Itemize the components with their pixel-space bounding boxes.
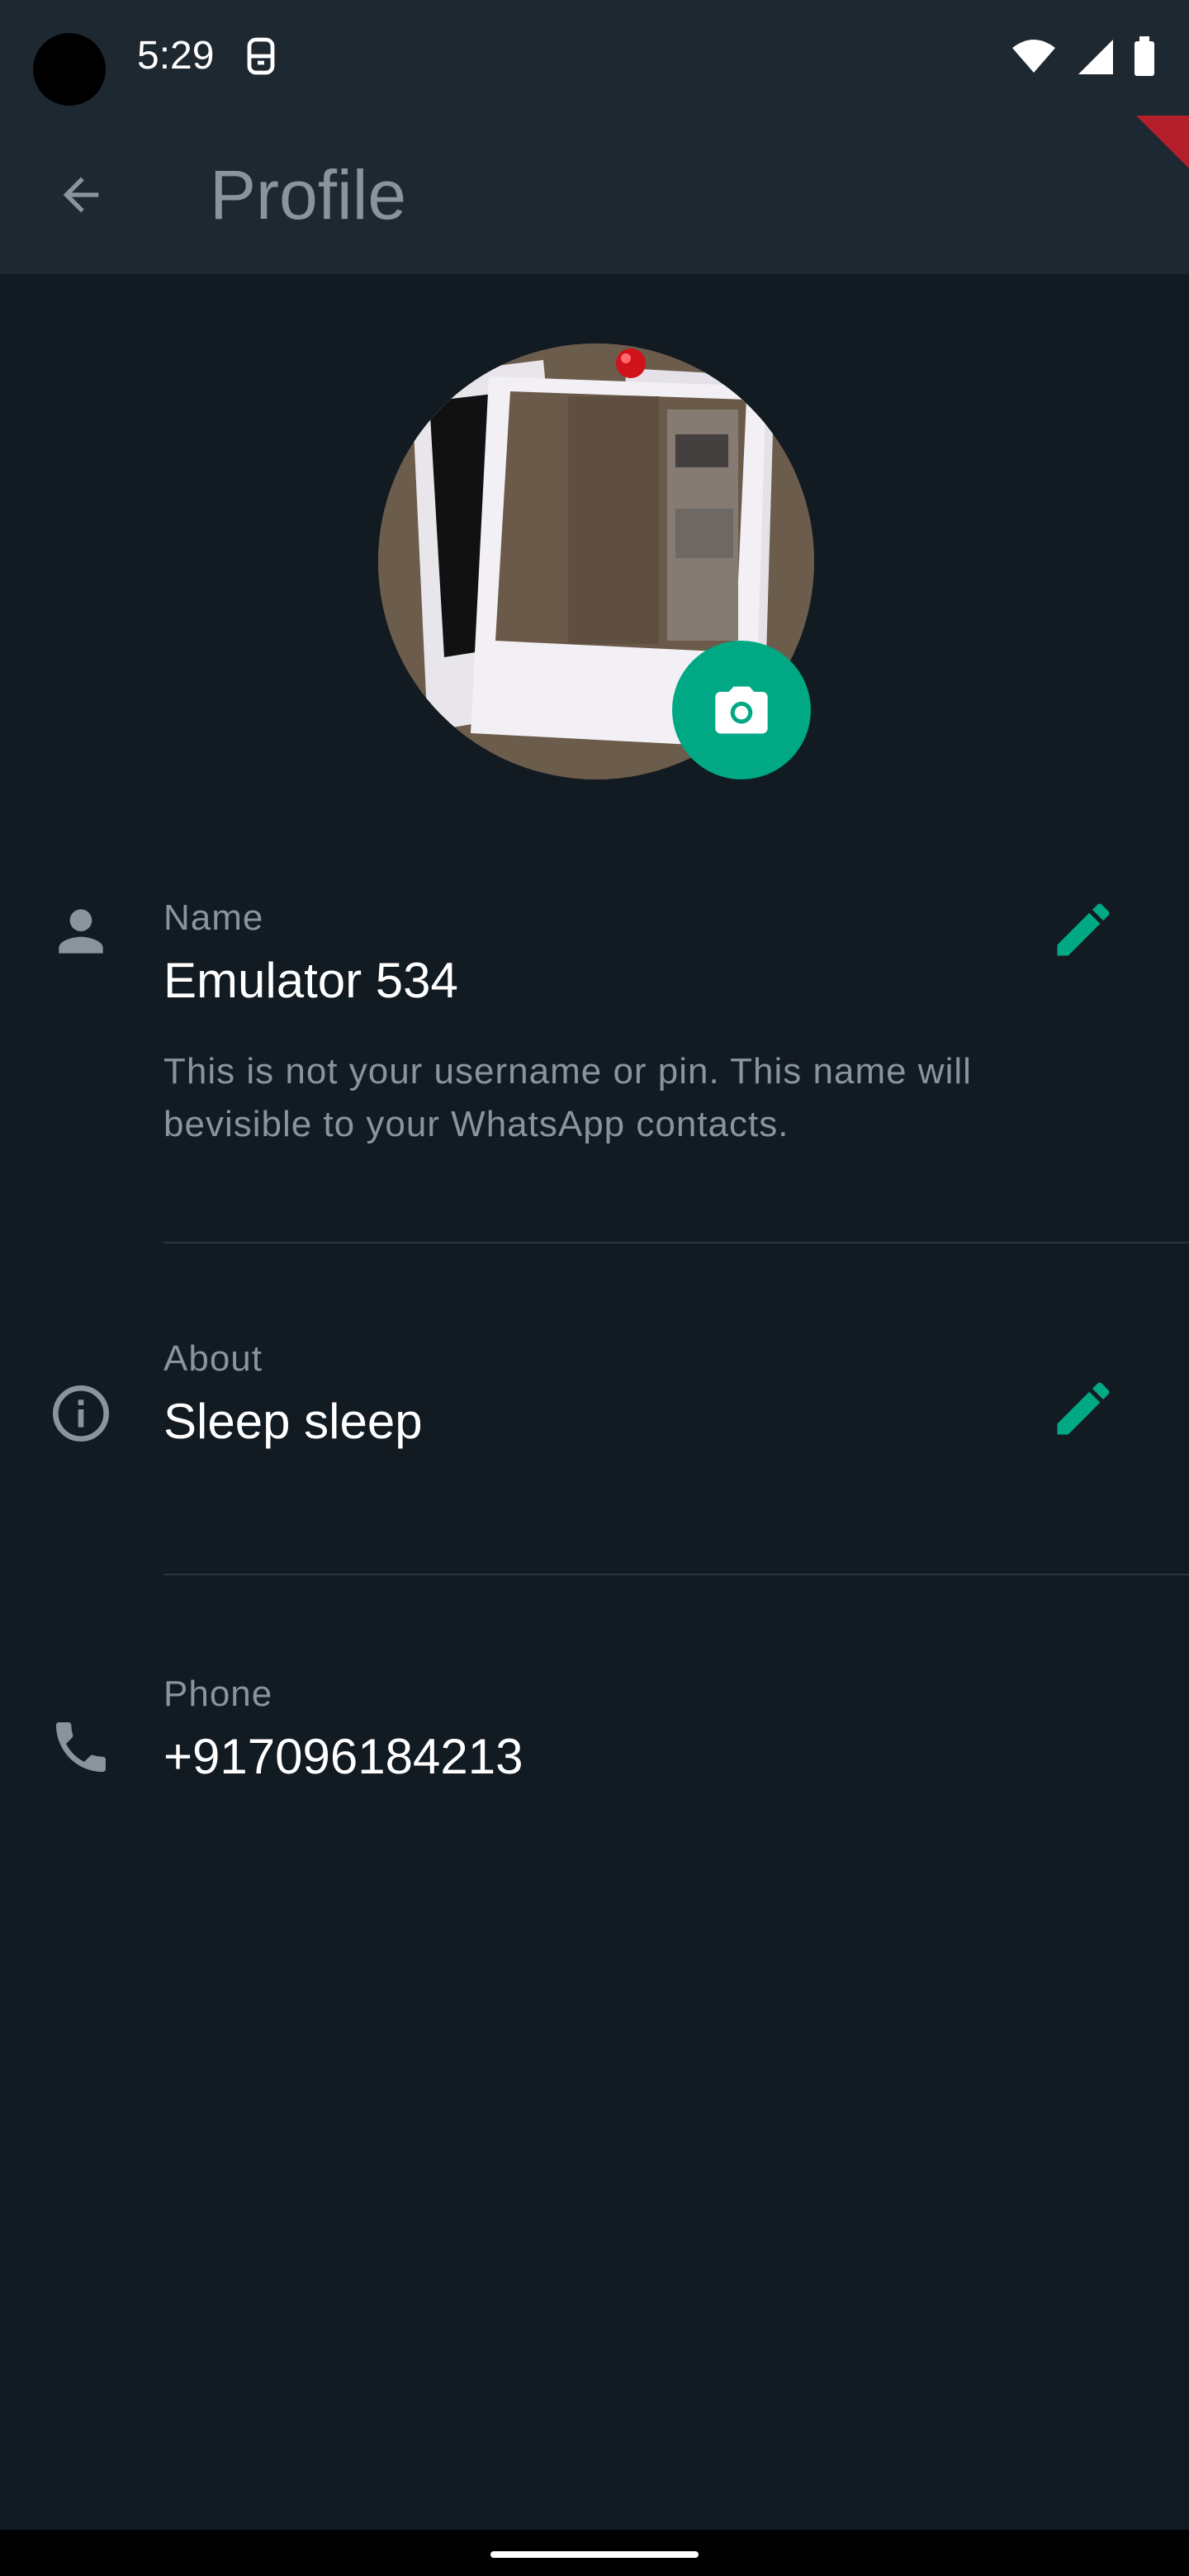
name-label: Name bbox=[163, 897, 264, 938]
change-photo-button[interactable] bbox=[672, 641, 811, 779]
camera-cutout bbox=[33, 33, 106, 106]
arrow-back-icon bbox=[63, 177, 99, 213]
wifi-icon bbox=[1012, 40, 1055, 73]
home-gesture-handle[interactable] bbox=[490, 2551, 699, 2558]
navigation-bar bbox=[0, 2530, 1189, 2576]
back-button[interactable] bbox=[48, 162, 114, 228]
edit-about-button[interactable] bbox=[1047, 1372, 1120, 1445]
pencil-icon bbox=[1057, 903, 1110, 956]
profile-photo-section bbox=[378, 343, 814, 779]
battery-icon bbox=[1135, 36, 1154, 76]
name-value[interactable]: Emulator 534 bbox=[163, 949, 458, 1012]
divider bbox=[163, 1242, 1189, 1243]
signal-icon bbox=[1078, 40, 1113, 74]
camera-icon bbox=[715, 686, 768, 734]
debug-banner bbox=[1136, 116, 1189, 168]
app-bar: Profile bbox=[0, 116, 1189, 274]
edit-name-button[interactable] bbox=[1047, 893, 1120, 966]
pencil-icon bbox=[1057, 1382, 1110, 1435]
person-icon bbox=[48, 898, 114, 964]
notification-icon bbox=[247, 37, 275, 75]
status-icons bbox=[1011, 36, 1156, 76]
about-label: About bbox=[163, 1338, 263, 1379]
divider bbox=[163, 1574, 1189, 1575]
status-time: 5:29 bbox=[137, 34, 215, 78]
profile-screen: 5:29 Profile Name Emulator 534 This is n… bbox=[0, 0, 1189, 2576]
status-bar: 5:29 bbox=[0, 0, 1189, 116]
name-hint: This is not your username or pin. This n… bbox=[163, 1051, 972, 1144]
phone-value: +917096184213 bbox=[163, 1729, 523, 1784]
phone-icon bbox=[48, 1714, 114, 1780]
info-icon bbox=[48, 1380, 114, 1447]
page-title: Profile bbox=[210, 156, 407, 234]
phone-label: Phone bbox=[163, 1674, 273, 1714]
about-value[interactable]: Sleep sleep bbox=[163, 1390, 423, 1453]
